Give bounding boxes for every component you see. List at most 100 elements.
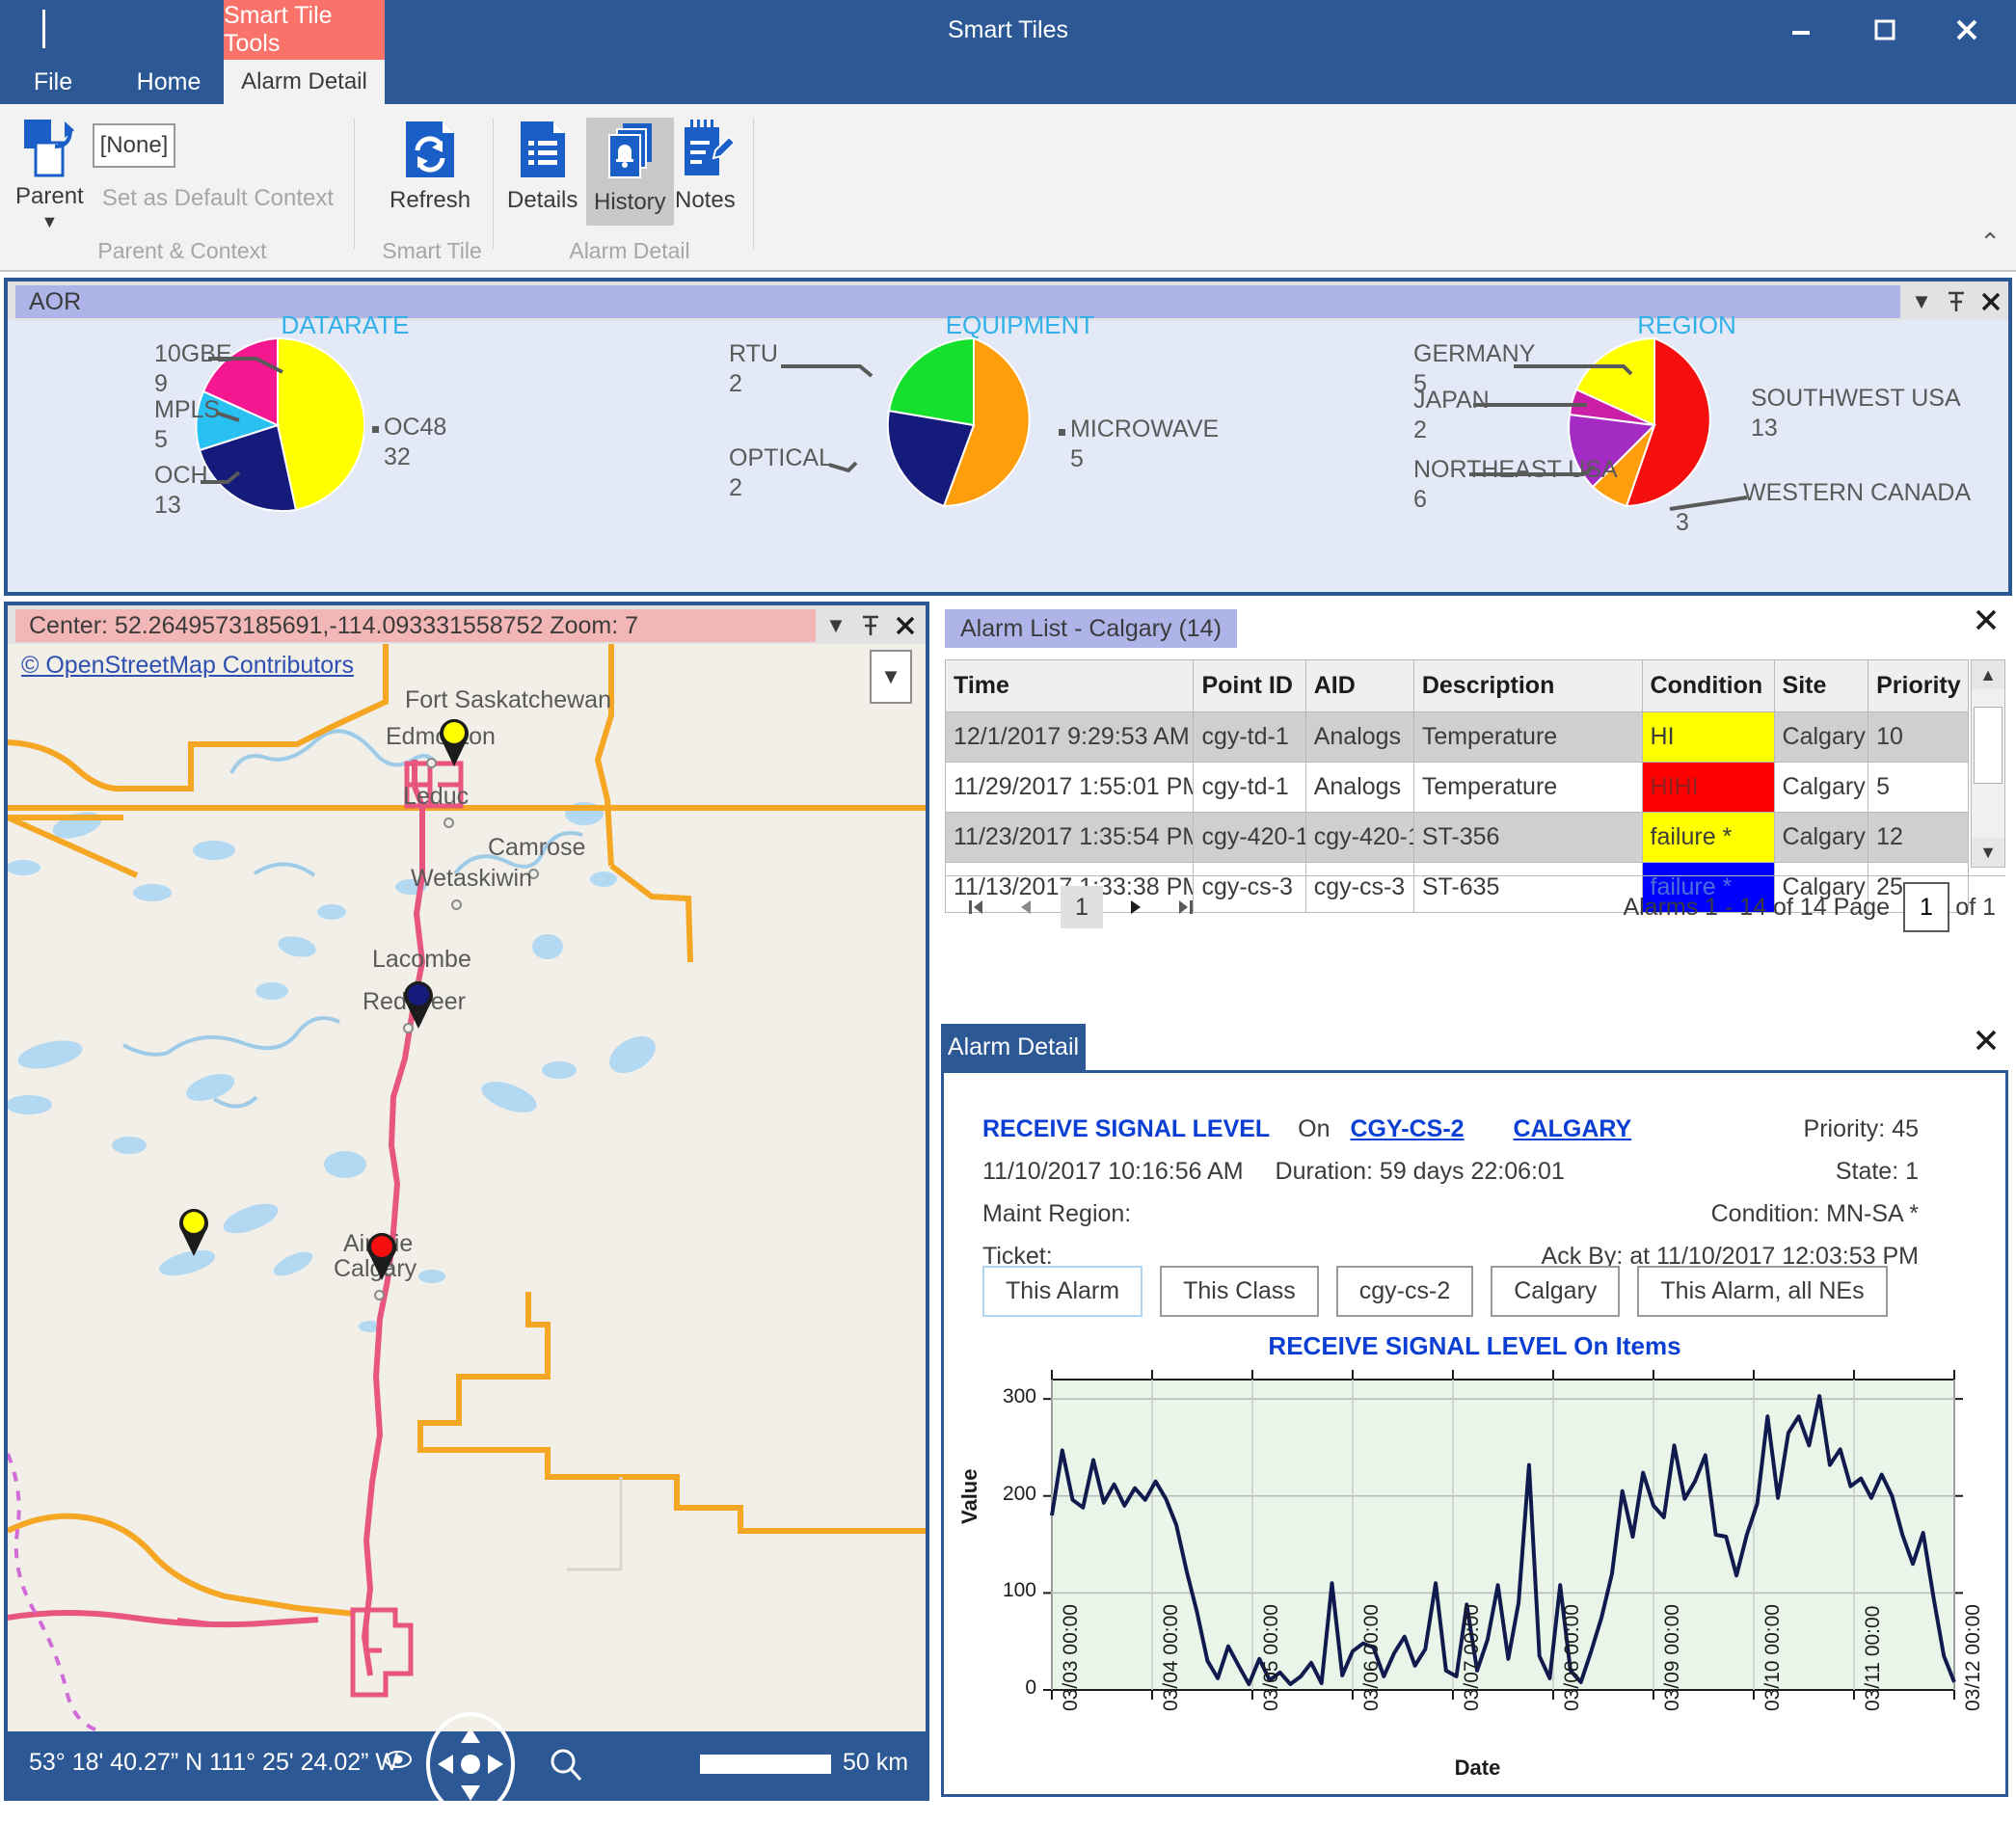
status-badge: HIHI — [1643, 763, 1774, 812]
x-tick-label: 03/08 00:00 — [1561, 1604, 1583, 1711]
pin-icon[interactable] — [854, 609, 887, 642]
tab-alarm-detail[interactable]: Alarm Detail — [224, 60, 385, 104]
condition-value: Condition: MN-SA * — [1710, 1200, 1919, 1227]
page-input[interactable]: 1 — [1903, 882, 1949, 932]
page-total-label: of 1 — [1955, 894, 1996, 921]
pie-title-datarate: DATARATE — [281, 310, 410, 339]
history-chart-svg — [1043, 1370, 1963, 1700]
table-row[interactable]: 11/23/2017 1:35:54 PM cgy-420-1 cgy-420-1 S… — [944, 812, 1969, 863]
search-icon[interactable] — [548, 1747, 584, 1788]
refresh-label: Refresh — [390, 187, 471, 213]
cell-site: Calgary — [1773, 711, 1869, 763]
current-page-number[interactable]: 1 — [1061, 886, 1103, 928]
column-header-site[interactable]: Site — [1773, 659, 1869, 712]
context-tab-smart-tile-tools[interactable]: Smart Tile Tools — [224, 0, 385, 60]
refresh-button[interactable]: Refresh — [390, 118, 470, 214]
city-dot — [444, 818, 454, 828]
chevron-up-icon[interactable]: ⌃ — [1979, 228, 2001, 257]
maximize-icon[interactable] — [1856, 8, 1914, 52]
pie-label-oc48: OC48 32 — [384, 414, 447, 471]
city-label-lacombe: Lacombe — [372, 946, 471, 973]
history-button[interactable]: History — [586, 118, 674, 226]
alarm-pin-yellow-west[interactable] — [173, 1203, 215, 1262]
osm-attribution-link[interactable]: © OpenStreetMap Contributors — [21, 652, 354, 680]
close-icon[interactable] — [1938, 8, 1996, 52]
city-dot — [451, 899, 462, 910]
aor-panel: AOR ▼ DATARATE 10GBE 9 MPLS 5 OCH 13 OC4… — [4, 278, 2012, 596]
cell-description: ST-356 — [1412, 812, 1643, 863]
ribbon-group-title-parent-context: Parent & Context — [97, 238, 267, 263]
prev-page-icon[interactable] — [1008, 890, 1043, 925]
pie-chart-region: REGION GERMANY 5 JAPAN 2 NORTHEAST USA 6… — [1357, 310, 2016, 592]
city-label-wetaskiwin: Wetaskiwin — [411, 865, 532, 892]
table-header-row: Time Point ID AID Description Condition Site P… — [944, 659, 1969, 712]
table-row[interactable]: 12/1/2017 9:29:53 AM cgy-td-1 Analogs Tempe… — [944, 711, 1969, 763]
scroll-up-icon[interactable]: ▲ — [1972, 660, 2004, 689]
x-tick-label: 03/09 00:00 — [1661, 1604, 1683, 1711]
eye-icon[interactable] — [384, 1749, 413, 1777]
alarm-table-scrollbar[interactable]: ▲ ▼ — [1971, 659, 2005, 868]
pie-title-region: REGION — [1637, 310, 1736, 339]
cell-point-id: cgy-td-1 — [1193, 762, 1306, 813]
cell-time: 11/29/2017 1:55:01 PM — [944, 762, 1195, 813]
scroll-down-icon[interactable]: ▼ — [1972, 838, 2004, 867]
parent-button[interactable]: Parent ▼ — [15, 118, 84, 232]
column-header-time[interactable]: Time — [944, 659, 1195, 712]
site-link[interactable]: CALGARY — [1514, 1115, 1632, 1142]
tab-home[interactable]: Home — [116, 60, 222, 104]
close-icon[interactable] — [1974, 607, 1999, 639]
next-page-icon[interactable] — [1118, 890, 1153, 925]
map-canvas[interactable]: © OpenStreetMap Contributors ▼ Fort Sask… — [8, 644, 926, 1731]
scrollbar-thumb[interactable] — [1974, 707, 2003, 784]
filter-button-cgy-cs-2[interactable]: cgy-cs-2 — [1335, 1266, 1474, 1317]
column-header-description[interactable]: Description — [1412, 659, 1643, 712]
details-button[interactable]: Details — [507, 118, 578, 214]
status-badge: HI — [1643, 712, 1774, 762]
x-tick-label: 03/10 00:00 — [1761, 1604, 1784, 1711]
parent-label: Parent — [15, 183, 84, 209]
map-center-zoom-label[interactable]: Center: 52.2649573185691,-114.0933315587… — [15, 609, 816, 642]
pan-control-icon[interactable] — [424, 1710, 517, 1823]
refresh-icon — [406, 121, 455, 177]
cell-aid: Analogs — [1304, 762, 1414, 813]
alarm-filter-buttons: This Alarm This Class cgy-cs-2 Calgary This … — [982, 1266, 1888, 1317]
x-tick-label: 03/03 00:00 — [1060, 1604, 1082, 1711]
column-header-aid[interactable]: AID — [1304, 659, 1414, 712]
minimize-icon[interactable] — [1772, 8, 1830, 52]
y-tick-label: 300 — [1002, 1385, 1036, 1408]
title-caret — [42, 10, 45, 48]
close-icon[interactable] — [1974, 1028, 1999, 1059]
alarm-pin-navy-reddeer[interactable] — [397, 976, 440, 1034]
alarm-detail-tab[interactable]: Alarm Detail — [941, 1024, 1086, 1070]
ribbon-group-alarm-detail: Details History Notes Alarm Detail — [499, 104, 760, 272]
device-link[interactable]: CGY-CS-2 — [1350, 1115, 1464, 1142]
column-header-point-id[interactable]: Point ID — [1193, 659, 1306, 712]
last-page-icon[interactable] — [1169, 890, 1203, 925]
table-row[interactable]: 11/29/2017 1:55:01 PM cgy-td-1 Analogs Temp… — [944, 762, 1969, 813]
chevron-down-icon[interactable]: ▼ — [40, 212, 58, 232]
set-default-context-label: Set as Default Context — [101, 185, 335, 211]
alarm-pin-yellow-edmonton[interactable] — [433, 713, 475, 772]
x-tick-label: 03/11 00:00 — [1862, 1605, 1884, 1711]
ribbon-group-parent-context: Parent ▼ [None] Set as Default Context P… — [0, 104, 364, 272]
filter-button-this-alarm[interactable]: This Alarm — [982, 1266, 1143, 1317]
filter-button-this-alarm-all-nes[interactable]: This Alarm, all NEs — [1637, 1266, 1888, 1317]
alarm-pin-red-calgary[interactable] — [361, 1227, 403, 1286]
x-tick-label: 03/07 00:00 — [1461, 1604, 1483, 1711]
filter-button-this-class[interactable]: This Class — [1160, 1266, 1319, 1317]
filter-button-calgary[interactable]: Calgary — [1491, 1266, 1621, 1317]
tab-file[interactable]: File — [10, 60, 96, 104]
alarm-list-title[interactable]: Alarm List - Calgary (14) — [945, 609, 1237, 648]
chevron-down-icon[interactable]: ▼ — [820, 609, 852, 642]
first-page-icon[interactable] — [958, 890, 993, 925]
map-layer-dropdown[interactable]: ▼ — [870, 650, 912, 704]
close-icon[interactable] — [889, 609, 922, 642]
parent-icon — [24, 120, 75, 177]
history-icon — [608, 123, 653, 178]
column-header-condition[interactable]: Condition — [1641, 659, 1775, 712]
notes-button[interactable]: Notes — [675, 118, 736, 214]
map-scale-label: 50 km — [843, 1749, 909, 1776]
y-tick-label: 200 — [1002, 1482, 1036, 1505]
default-context-value[interactable]: [None] — [93, 123, 175, 168]
column-header-priority[interactable]: Priority — [1868, 659, 1969, 712]
